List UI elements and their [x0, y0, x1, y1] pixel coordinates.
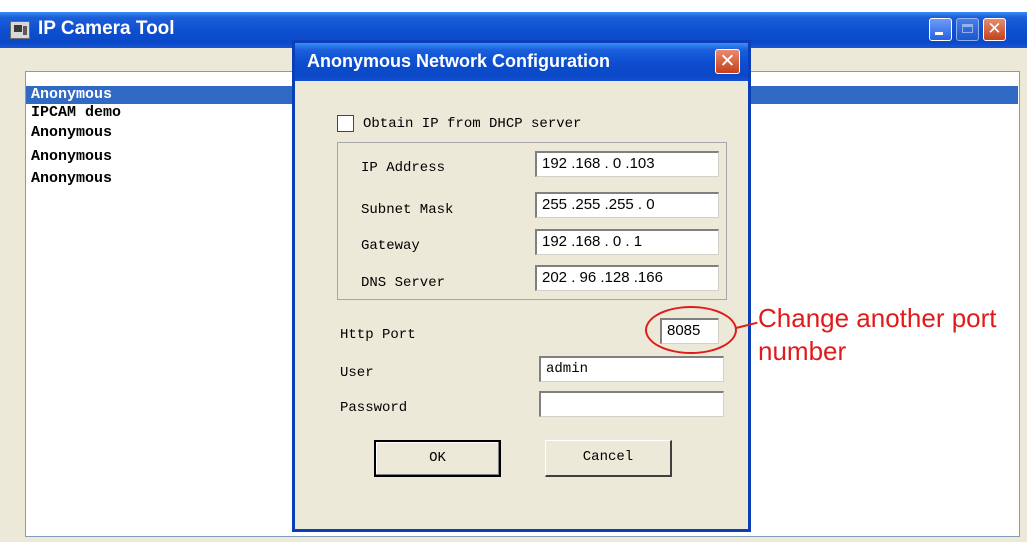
cancel-button[interactable]: Cancel	[545, 440, 672, 477]
subnet-mask-label: Subnet Mask	[361, 202, 454, 218]
gateway-label: Gateway	[361, 238, 420, 254]
dialog-titlebar[interactable]: Anonymous Network Configuration ✕	[295, 43, 748, 81]
camera-list-item[interactable]: Anonymous	[26, 124, 112, 142]
password-field[interactable]	[539, 391, 724, 417]
ip-address-label: IP Address	[361, 160, 446, 176]
dialog-title: Anonymous Network Configuration	[307, 51, 610, 71]
annotation-callout: Change another port number	[758, 303, 997, 366]
minimize-button[interactable]	[929, 18, 952, 41]
ok-button[interactable]: OK	[374, 440, 501, 477]
http-port-label: Http Port	[340, 327, 416, 343]
ip-address-field[interactable]: 192 .168 . 0 .103	[535, 151, 719, 177]
user-label: User	[340, 365, 374, 381]
dhcp-checkbox[interactable]	[337, 115, 354, 132]
camera-list-item[interactable]: Anonymous	[26, 148, 112, 166]
dialog-close-button[interactable]: ✕	[715, 49, 740, 74]
dhcp-label: Obtain IP from DHCP server	[363, 116, 582, 132]
network-config-dialog: Anonymous Network Configuration ✕ Obtain…	[292, 40, 751, 532]
camera-app-icon	[10, 21, 30, 39]
user-field[interactable]: admin	[539, 356, 724, 382]
main-close-button[interactable]: ✕	[983, 18, 1006, 41]
maximize-button[interactable]	[956, 18, 979, 41]
subnet-mask-field[interactable]: 255 .255 .255 . 0	[535, 192, 719, 218]
port-highlight-ellipse	[645, 306, 737, 354]
main-window-title: IP Camera Tool	[38, 18, 175, 39]
camera-list-item[interactable]: IPCAM demo	[26, 104, 121, 122]
dns-server-label: DNS Server	[361, 275, 446, 291]
gateway-field[interactable]: 192 .168 . 0 . 1	[535, 229, 719, 255]
camera-list-item[interactable]: Anonymous	[26, 170, 112, 188]
password-label: Password	[340, 400, 408, 416]
dns-server-field[interactable]: 202 . 96 .128 .166	[535, 265, 719, 291]
